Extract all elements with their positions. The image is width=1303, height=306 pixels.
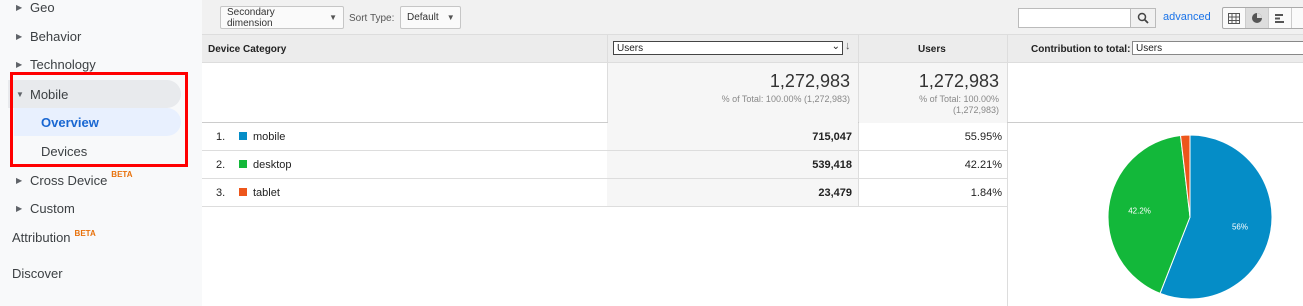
column-header-users[interactable]: Users — [918, 35, 946, 63]
view-pie-button[interactable] — [1246, 8, 1269, 28]
pie-view-icon — [1252, 13, 1262, 23]
series-color-swatch — [239, 132, 247, 140]
total-cell-secondary: 1,272,983 % of Total: 100.00% (1,272,983… — [859, 63, 1007, 123]
sort-type-value: Default — [407, 12, 439, 23]
sidebar-item-label: Technology — [30, 56, 96, 72]
pie-label-desktop: 42.2% — [1128, 206, 1151, 215]
row-users-value: 539,418 — [812, 159, 852, 171]
row-index: 1. — [216, 131, 226, 143]
sidebar-item-custom[interactable]: ▶ Custom — [0, 194, 190, 222]
pie-chart-svg: 56% 42.2% — [1107, 134, 1273, 300]
caret-right-icon: ▶ — [16, 2, 23, 12]
table-header: Device Category Users ⌄ ↓ Users Contribu… — [202, 35, 1303, 63]
search-icon — [1137, 12, 1149, 24]
total-percent: % of Total: 100.00% (1,272,983) — [721, 94, 850, 104]
search-input[interactable] — [1018, 8, 1131, 28]
caret-right-icon: ▶ — [16, 203, 23, 213]
column-header-device-category[interactable]: Device Category — [208, 35, 286, 63]
secondary-dimension-button[interactable]: Secondary dimension ▼ — [220, 6, 344, 29]
table-row[interactable]: 1. mobile 715,047 55.95% — [202, 123, 1008, 151]
series-color-swatch — [239, 188, 247, 196]
search-button[interactable] — [1130, 8, 1156, 28]
series-color-swatch — [239, 160, 247, 168]
contribution-label: Contribution to total: — [1031, 43, 1131, 55]
contribution-select-value: Users — [1136, 42, 1163, 54]
total-value: 1,272,983 — [769, 71, 850, 91]
totals-row: 1,272,983 % of Total: 100.00% (1,272,983… — [202, 63, 1303, 123]
row-users-value: 715,047 — [812, 131, 852, 143]
caret-right-icon: ▶ — [16, 59, 23, 69]
caret-right-icon: ▶ — [16, 31, 23, 41]
sort-descending-icon[interactable]: ↓ — [845, 40, 851, 52]
total-value: 1,272,983 — [918, 71, 999, 91]
sort-type-label: Sort Type: — [349, 13, 395, 24]
view-table-button[interactable] — [1223, 8, 1246, 28]
total-percent: % of Total: 100.00% — [919, 94, 999, 104]
row-device-name[interactable]: mobile — [253, 131, 285, 143]
total-cell-primary: 1,272,983 % of Total: 100.00% (1,272,983… — [608, 63, 858, 123]
sidebar-item-label: Cross Device — [30, 172, 108, 188]
table-row[interactable]: 2. desktop 539,418 42.21% — [202, 151, 1008, 179]
sidebar-item-behavior[interactable]: ▶ Behavior — [0, 22, 190, 50]
sidebar-item-label: Behavior — [30, 28, 82, 44]
row-users-value: 23,479 — [818, 187, 852, 199]
advanced-link[interactable]: advanced — [1163, 11, 1211, 23]
bar-view-icon — [1275, 13, 1284, 23]
sidebar-item-attribution[interactable]: Attribution BETA — [12, 229, 96, 245]
row-device-name[interactable]: tablet — [253, 187, 280, 199]
sidebar-item-discover[interactable]: Discover — [12, 266, 63, 281]
dropdown-caret-icon: ▼ — [329, 13, 337, 22]
report-toolbar: Secondary dimension ▼ Sort Type: Default… — [202, 0, 1303, 35]
row-index: 3. — [216, 187, 226, 199]
sidebar-item-label: Geo — [30, 0, 55, 15]
chevron-down-icon: ⌄ — [831, 41, 840, 52]
view-more-button[interactable] — [1292, 8, 1303, 28]
view-bar-button[interactable] — [1269, 8, 1292, 28]
beta-badge: BETA — [111, 169, 133, 179]
highlight-annotation — [10, 72, 188, 167]
secondary-dimension-label: Secondary dimension — [227, 6, 275, 29]
pie-label-mobile: 56% — [1232, 222, 1248, 231]
total-percent-count: (1,272,983) — [952, 105, 999, 115]
view-toggle-group — [1222, 7, 1303, 29]
beta-badge: BETA — [74, 229, 96, 238]
row-index: 2. — [216, 159, 226, 171]
table-view-icon — [1228, 12, 1240, 24]
sidebar-item-label: Custom — [30, 200, 75, 216]
row-users-percent: 1.84% — [970, 187, 1002, 199]
sort-type-select[interactable]: Default ▼ — [400, 6, 461, 29]
sidebar-item-label: Attribution — [12, 230, 71, 245]
table-row[interactable]: 3. tablet 23,479 1.84% — [202, 179, 1008, 207]
caret-right-icon: ▶ — [16, 175, 23, 185]
metric-select-value: Users — [617, 42, 644, 54]
row-users-percent: 42.21% — [964, 159, 1002, 171]
metric-select[interactable]: Users ⌄ — [613, 41, 843, 55]
sidebar-item-cross-device[interactable]: ▶ Cross Device BETA — [0, 166, 190, 194]
contribution-pie-chart: 56% 42.2% — [1008, 123, 1303, 306]
dropdown-caret-icon: ▼ — [446, 13, 455, 22]
sidebar: ▶ Geo ▶ Behavior ▶ Technology ▼ Mobile O… — [0, 0, 202, 306]
sidebar-item-geo[interactable]: ▶ Geo — [0, 0, 190, 21]
row-device-name[interactable]: desktop — [253, 159, 292, 171]
row-users-percent: 55.95% — [964, 131, 1002, 143]
contribution-select[interactable]: Users — [1132, 41, 1303, 55]
